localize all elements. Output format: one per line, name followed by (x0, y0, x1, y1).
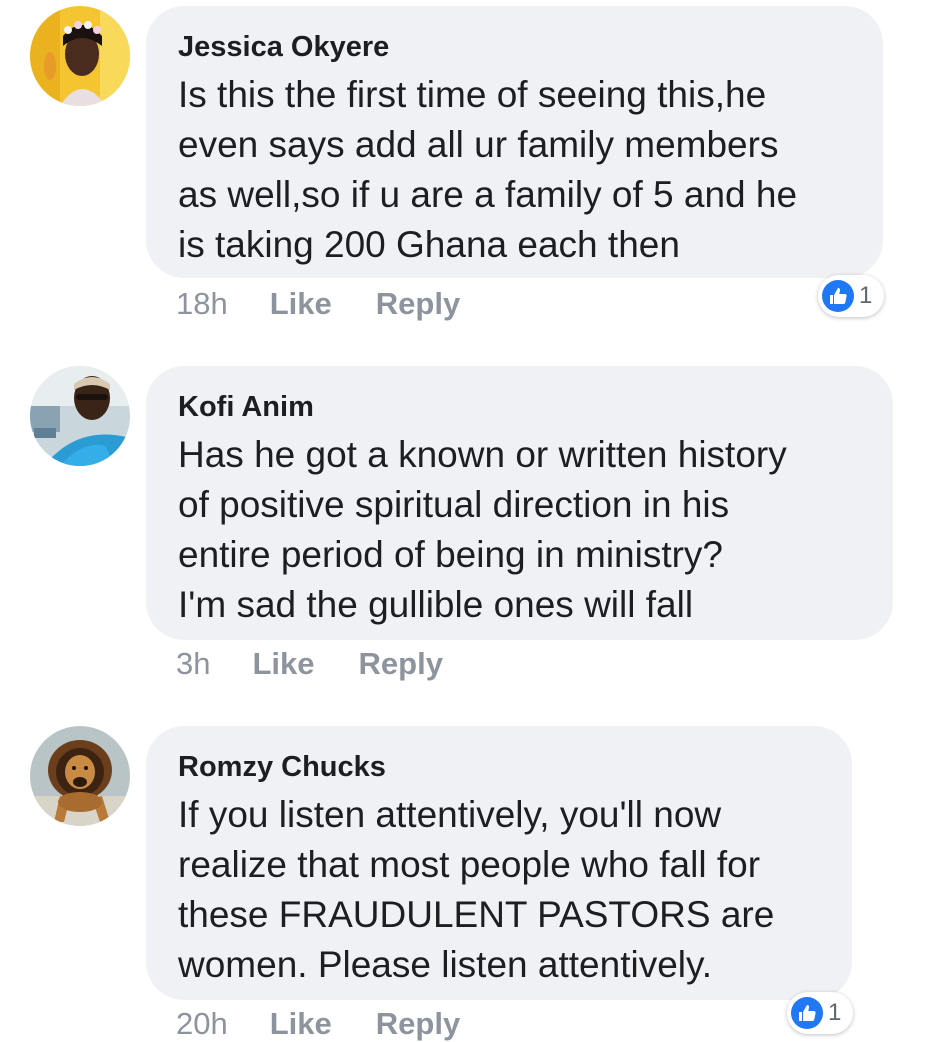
comment-bubble: Kofi Anim Has he got a known or written … (146, 366, 893, 640)
comment-text: If you listen attentively, you'll now re… (178, 794, 775, 985)
comment-bubble: Romzy Chucks If you listen attentively, … (146, 726, 852, 1000)
reaction-badge[interactable]: 1 (818, 275, 884, 317)
comment-author[interactable]: Kofi Anim (178, 388, 863, 426)
avatar[interactable] (30, 6, 130, 106)
like-button[interactable]: Like (252, 646, 314, 682)
reaction-badge[interactable]: 1 (787, 992, 853, 1034)
avatar[interactable] (30, 366, 130, 466)
comment-actions: 3h Like Reply (176, 646, 443, 682)
comment-timestamp[interactable]: 20h (176, 1006, 228, 1042)
reaction-count: 1 (828, 999, 842, 1026)
comment-timestamp[interactable]: 18h (176, 286, 228, 322)
comment-actions: 18h Like Reply (176, 286, 460, 322)
profile-photo-icon (30, 366, 130, 466)
comment-item: Jessica Okyere Is this the first time of… (0, 0, 938, 340)
comment-item: Romzy Chucks If you listen attentively, … (0, 726, 938, 1041)
avatar[interactable] (30, 726, 130, 826)
like-button[interactable]: Like (270, 286, 332, 322)
like-button[interactable]: Like (270, 1006, 332, 1042)
reply-button[interactable]: Reply (376, 286, 460, 322)
comment-actions: 20h Like Reply (176, 1006, 460, 1042)
thumbs-up-icon (822, 280, 854, 312)
comment-timestamp[interactable]: 3h (176, 646, 210, 682)
comment-item: Kofi Anim Has he got a known or written … (0, 366, 938, 696)
reply-button[interactable]: Reply (359, 646, 443, 682)
thumbs-up-icon (791, 997, 823, 1029)
comment-text: Has he got a known or written history of… (178, 434, 787, 625)
reply-button[interactable]: Reply (376, 1006, 460, 1042)
comment-bubble: Jessica Okyere Is this the first time of… (146, 6, 883, 278)
reaction-count: 1 (859, 282, 873, 309)
lion-photo-icon (30, 726, 130, 826)
profile-photo-icon (30, 6, 130, 106)
comment-author[interactable]: Jessica Okyere (178, 28, 853, 66)
comment-text: Is this the first time of seeing this,he… (178, 74, 798, 265)
comment-author[interactable]: Romzy Chucks (178, 748, 822, 786)
